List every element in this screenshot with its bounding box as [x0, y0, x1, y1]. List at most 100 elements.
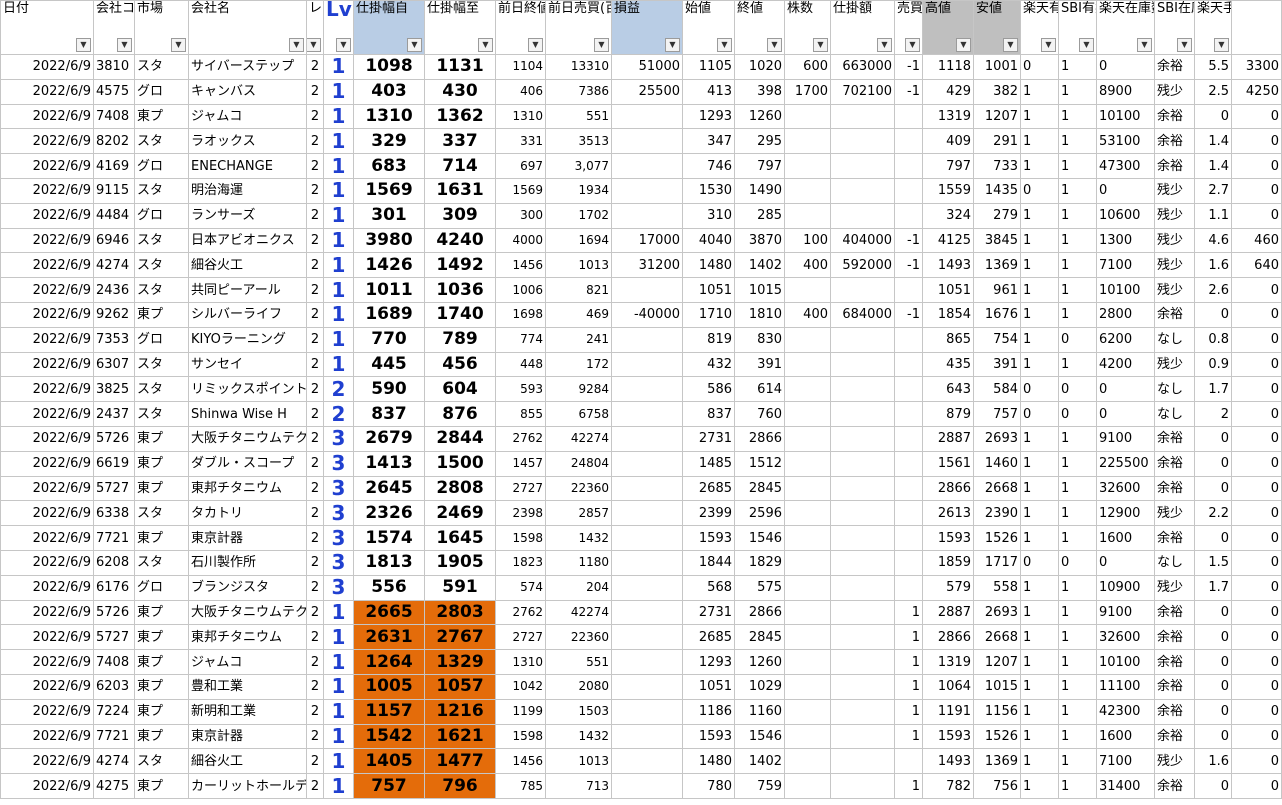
cell-4[interactable]: 2 — [306, 748, 324, 775]
cell-7[interactable]: 789 — [424, 326, 496, 353]
cell-12[interactable]: 1160 — [734, 698, 785, 725]
cell-7[interactable]: 1057 — [424, 673, 496, 700]
cell-18[interactable]: 1 — [1020, 723, 1059, 750]
cell-16[interactable]: 1561 — [922, 450, 974, 477]
cell-2[interactable]: 東プ — [134, 103, 189, 130]
cell-9[interactable]: 42274 — [545, 599, 612, 626]
cell-17[interactable]: 1207 — [973, 103, 1021, 130]
cell-4[interactable]: 2 — [306, 450, 324, 477]
cell-0[interactable]: 2022/6/9 — [0, 54, 94, 80]
cell-4[interactable]: 2 — [306, 574, 324, 601]
column-header-23[interactable] — [1231, 0, 1282, 55]
cell-2[interactable]: スタ — [134, 128, 189, 155]
cell-22[interactable]: 0 — [1194, 475, 1232, 502]
cell-6[interactable]: 1310 — [353, 103, 425, 130]
cell-0[interactable]: 2022/6/9 — [0, 128, 94, 155]
cell-13[interactable]: 1700 — [784, 78, 831, 105]
cell-0[interactable]: 2022/6/9 — [0, 673, 94, 700]
cell-11[interactable]: 2685 — [682, 475, 735, 502]
cell-9[interactable]: 172 — [545, 351, 612, 378]
cell-17[interactable]: 1676 — [973, 301, 1021, 328]
cell-16[interactable]: 879 — [922, 401, 974, 427]
cell-6[interactable]: 1426 — [353, 252, 425, 279]
cell-20[interactable]: 1300 — [1096, 227, 1155, 254]
cell-21[interactable]: 余裕 — [1154, 624, 1195, 651]
cell-19[interactable]: 1 — [1058, 202, 1097, 229]
cell-14[interactable] — [830, 425, 895, 452]
cell-16[interactable]: 2887 — [922, 599, 974, 626]
cell-3[interactable]: 豊和工業 — [188, 673, 307, 700]
cell-0[interactable]: 2022/6/9 — [0, 574, 94, 601]
cell-13[interactable] — [784, 525, 831, 551]
cell-1[interactable]: 2436 — [93, 277, 135, 303]
cell-4[interactable]: 2 — [306, 698, 324, 725]
cell-15[interactable] — [894, 351, 923, 378]
cell-5[interactable]: 1 — [323, 202, 354, 229]
cell-13[interactable] — [784, 649, 831, 675]
cell-7[interactable]: 309 — [424, 202, 496, 229]
cell-9[interactable]: 9284 — [545, 376, 612, 403]
cell-20[interactable]: 1600 — [1096, 525, 1155, 551]
cell-23[interactable]: 0 — [1231, 599, 1282, 626]
cell-18[interactable]: 1 — [1020, 326, 1059, 353]
column-header-18[interactable]: 楽天有無 ▼ — [1020, 0, 1059, 55]
cell-19[interactable]: 1 — [1058, 500, 1097, 527]
cell-13[interactable] — [784, 202, 831, 229]
cell-2[interactable]: 東プ — [134, 723, 189, 750]
cell-13[interactable]: 400 — [784, 301, 831, 328]
cell-6[interactable]: 1005 — [353, 673, 425, 700]
column-header-13[interactable]: 株数 ▼ — [784, 0, 831, 55]
cell-8[interactable]: 774 — [495, 326, 546, 353]
cell-11[interactable]: 1186 — [682, 698, 735, 725]
cell-10[interactable] — [611, 401, 683, 427]
cell-20[interactable]: 10100 — [1096, 103, 1155, 130]
cell-21[interactable]: 余裕 — [1154, 599, 1195, 626]
cell-12[interactable]: 575 — [734, 574, 785, 601]
cell-22[interactable]: 1.1 — [1194, 202, 1232, 229]
cell-14[interactable] — [830, 177, 895, 204]
filter-dropdown-icon[interactable]: ▼ — [336, 38, 351, 52]
cell-16[interactable]: 435 — [922, 351, 974, 378]
cell-21[interactable]: 余裕 — [1154, 723, 1195, 750]
cell-7[interactable]: 1329 — [424, 649, 496, 675]
cell-1[interactable]: 2437 — [93, 401, 135, 427]
cell-3[interactable]: 東邦チタニウム — [188, 475, 307, 502]
cell-17[interactable]: 754 — [973, 326, 1021, 353]
cell-9[interactable]: 1013 — [545, 748, 612, 775]
cell-9[interactable]: 24804 — [545, 450, 612, 477]
cell-14[interactable] — [830, 574, 895, 601]
cell-17[interactable]: 1435 — [973, 177, 1021, 204]
cell-15[interactable] — [894, 128, 923, 155]
column-header-3[interactable]: 会社名 ▼ — [188, 0, 307, 55]
cell-22[interactable]: 2.6 — [1194, 277, 1232, 303]
cell-15[interactable] — [894, 574, 923, 601]
cell-15[interactable]: 1 — [894, 723, 923, 750]
cell-20[interactable]: 4200 — [1096, 351, 1155, 378]
cell-8[interactable]: 1310 — [495, 103, 546, 130]
cell-20[interactable]: 225500 — [1096, 450, 1155, 477]
cell-5[interactable]: 1 — [323, 103, 354, 130]
cell-22[interactable]: 1.7 — [1194, 574, 1232, 601]
cell-21[interactable]: 残少 — [1154, 202, 1195, 229]
cell-3[interactable]: リミックスポイント — [188, 376, 307, 403]
cell-0[interactable]: 2022/6/9 — [0, 624, 94, 651]
cell-5[interactable]: 1 — [323, 54, 354, 80]
cell-2[interactable]: 東プ — [134, 425, 189, 452]
cell-1[interactable]: 6338 — [93, 500, 135, 527]
cell-18[interactable]: 0 — [1020, 54, 1059, 80]
cell-23[interactable]: 0 — [1231, 153, 1282, 179]
filter-dropdown-icon[interactable]: ▼ — [594, 38, 609, 52]
column-header-8[interactable]: 前日終値 ▼ — [495, 0, 546, 55]
cell-9[interactable]: 821 — [545, 277, 612, 303]
cell-21[interactable]: 残少 — [1154, 748, 1195, 775]
cell-14[interactable]: 702100 — [830, 78, 895, 105]
cell-3[interactable]: ジャムコ — [188, 649, 307, 675]
cell-15[interactable]: 1 — [894, 649, 923, 675]
cell-13[interactable] — [784, 748, 831, 775]
cell-0[interactable]: 2022/6/9 — [0, 252, 94, 279]
cell-21[interactable]: 残少 — [1154, 574, 1195, 601]
cell-17[interactable]: 291 — [973, 128, 1021, 155]
cell-0[interactable]: 2022/6/9 — [0, 227, 94, 254]
cell-23[interactable]: 0 — [1231, 698, 1282, 725]
cell-6[interactable]: 770 — [353, 326, 425, 353]
